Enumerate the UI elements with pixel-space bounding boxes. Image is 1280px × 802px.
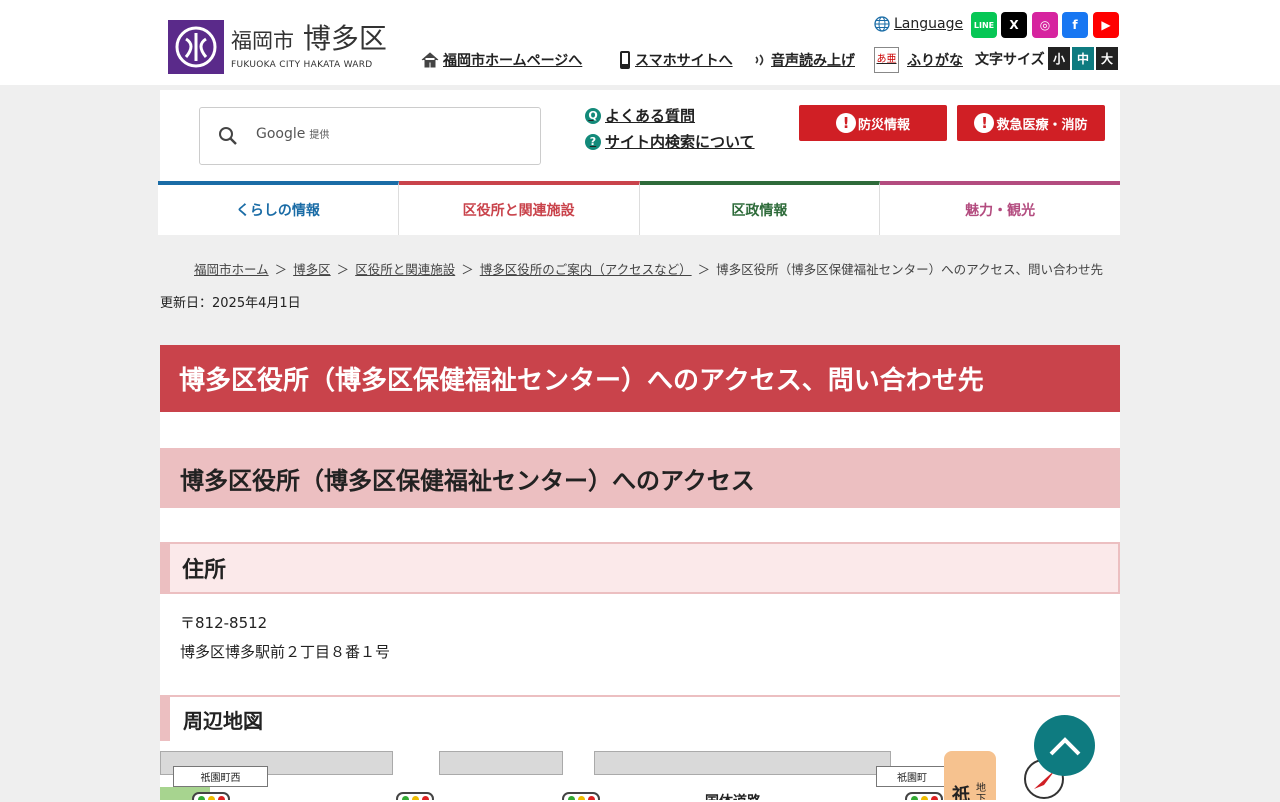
- search-icon: [219, 127, 237, 145]
- exclamation-icon: !: [835, 113, 856, 133]
- city-home-link[interactable]: 福岡市ホームページへ: [421, 50, 582, 70]
- traffic-light-icon: [396, 792, 434, 800]
- font-size-medium-button[interactable]: 中: [1072, 47, 1094, 70]
- disaster-info-button[interactable]: ! 防災情報: [799, 105, 947, 141]
- station-char: 祇: [952, 785, 970, 800]
- faq-link[interactable]: Q よくある質問: [585, 105, 695, 126]
- back-to-top-button[interactable]: [1034, 715, 1095, 776]
- instagram-icon[interactable]: ◎: [1032, 12, 1058, 38]
- nav-item-2[interactable]: 区役所と関連施設: [398, 181, 640, 235]
- postal-code: 〒812-8512: [180, 614, 268, 632]
- breadcrumb-current: 博多区役所（博多区保健福祉センター）へのアクセス、問い合わせ先: [716, 262, 1104, 277]
- x-icon[interactable]: X: [1001, 12, 1027, 38]
- font-size-large-button[interactable]: 大: [1096, 47, 1118, 70]
- traffic-light-icon: [562, 792, 600, 800]
- breadcrumb-separator: ＞: [274, 262, 288, 277]
- breadcrumb: 福岡市ホーム ＞ 博多区 ＞ 区役所と関連施設 ＞ 博多区役所のご案内（アクセスなど） ＞ 博多…: [194, 259, 1103, 278]
- furigana-link[interactable]: あ亜 ふりがな: [874, 47, 963, 73]
- home-icon: [421, 52, 439, 68]
- breadcrumb-separator: ＞: [336, 262, 350, 277]
- breadcrumb-link[interactable]: 博多区役所のご案内（アクセスなど）: [480, 259, 692, 278]
- address-heading: 住所: [160, 542, 1120, 594]
- youtube-icon[interactable]: ▶: [1093, 12, 1119, 38]
- nav-item-4[interactable]: 魅力・観光: [880, 181, 1120, 235]
- subway-station-marker: 祇 地下: [944, 751, 996, 800]
- street-address: 博多区博多駅前２丁目８番１号: [180, 643, 391, 661]
- station-sub: 地下: [976, 783, 986, 800]
- q-icon: Q: [585, 107, 601, 124]
- breadcrumb-link[interactable]: 福岡市ホーム: [194, 259, 269, 278]
- map-block: [594, 751, 891, 775]
- global-nav: くらしの情報 区役所と関連施設 区政情報 魅力・観光: [158, 181, 1120, 235]
- sound-icon: [755, 54, 764, 66]
- map-label-gion: 祇園町: [876, 766, 948, 787]
- question-icon: ?: [585, 133, 601, 150]
- map-label-gion-west: 祇園町西: [173, 766, 268, 787]
- site-logo[interactable]: 福岡市 博多区 FUKUOKA CITY HAKATA WARD: [168, 20, 387, 74]
- city-emblem-icon: [168, 20, 224, 74]
- globe-icon: [874, 16, 890, 32]
- emergency-medical-button[interactable]: ! 救急医療・消防: [957, 105, 1105, 141]
- font-size-label: 文字サイズ: [975, 52, 1045, 68]
- logo-ward: 博多区: [302, 22, 387, 55]
- breadcrumb-link[interactable]: 区役所と関連施設: [355, 259, 455, 278]
- site-search-help-link[interactable]: ? サイト内検索について: [585, 131, 755, 152]
- search-box[interactable]: Google 提供: [199, 107, 541, 165]
- line-icon[interactable]: LINE: [971, 12, 997, 38]
- breadcrumb-separator: ＞: [697, 262, 711, 277]
- search-brand: Google 提供: [256, 126, 330, 142]
- nav-item-3[interactable]: 区政情報: [639, 181, 881, 235]
- font-size-small-button[interactable]: 小: [1048, 47, 1070, 70]
- smartphone-icon: [620, 51, 630, 69]
- exclamation-icon: !: [974, 113, 995, 133]
- traffic-light-icon: [905, 792, 943, 800]
- nav-item-1[interactable]: くらしの情報: [158, 181, 399, 235]
- language-link[interactable]: Language: [874, 16, 963, 32]
- traffic-light-icon: [192, 792, 230, 800]
- map-road-label: 国体道路: [705, 791, 761, 800]
- smartphone-site-link[interactable]: スマホサイトへ: [619, 50, 733, 70]
- breadcrumb-separator: ＞: [461, 262, 474, 277]
- facebook-icon[interactable]: f: [1062, 12, 1088, 38]
- area-map: 祇園町西 祇園町 国体道路 祇 地下: [160, 751, 1080, 800]
- furigana-icon: あ亜: [874, 47, 899, 73]
- breadcrumb-link[interactable]: 博多区: [293, 259, 331, 278]
- voice-readout-link[interactable]: 音声読み上げ: [753, 50, 855, 70]
- updated-date: 更新日：2025年4月1日: [160, 296, 301, 311]
- page-title: 博多区役所（博多区保健福祉センター）へのアクセス、問い合わせ先: [160, 345, 1120, 412]
- logo-english: FUKUOKA CITY HAKATA WARD: [231, 60, 373, 70]
- chevron-up-icon: [1049, 736, 1080, 755]
- logo-city: 福岡市: [231, 29, 294, 53]
- map-block: [439, 751, 563, 775]
- section-title: 博多区役所（博多区保健福祉センター）へのアクセス: [160, 448, 1120, 508]
- map-heading: 周辺地図: [160, 695, 1120, 741]
